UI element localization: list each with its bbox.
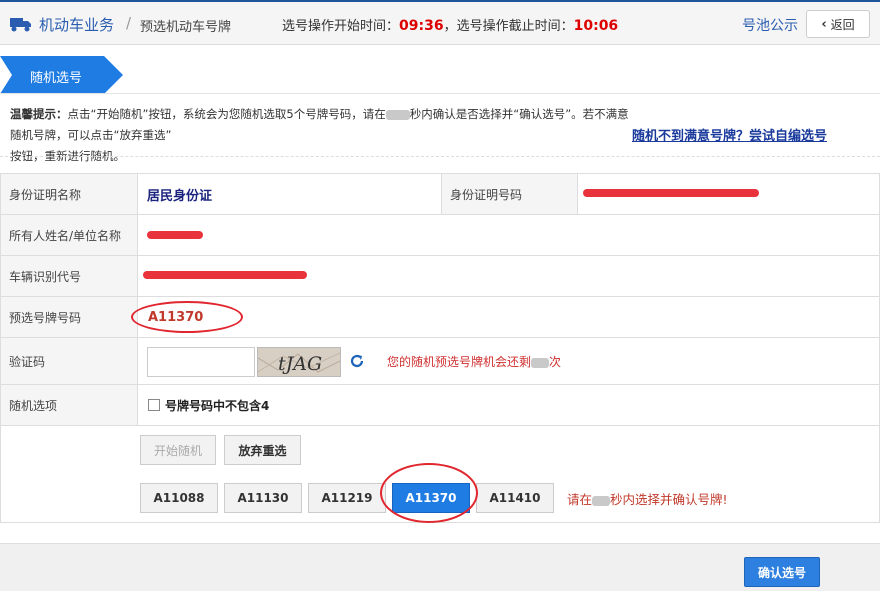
end-time-label: ，选号操作截止时间： — [443, 19, 574, 34]
operation-time-window: 选号操作开始时间：09:36，选号操作截止时间：10:06 — [282, 15, 618, 34]
plate-option-button[interactable]: A11130 — [224, 483, 302, 513]
remaining-chances: 您的随机预选号牌机会还剩 次 — [387, 353, 561, 370]
row-id: 身份证明名称 居民身份证 身份证明号码 — [1, 174, 879, 215]
start-time-label: 选号操作开始时间： — [282, 19, 400, 34]
vin-label: 车辆识别代号 — [1, 256, 138, 296]
tip-title: 温馨提示： — [10, 107, 68, 121]
exclude-4-checkbox[interactable] — [148, 399, 160, 411]
confirm-countdown-message: 请在 秒内选择并确认号牌! — [567, 489, 728, 508]
back-button[interactable]: ‹ 返回 — [806, 10, 870, 38]
tab-divider — [0, 93, 880, 94]
breadcrumb-separator: / — [126, 14, 132, 32]
redacted-count — [531, 357, 550, 368]
id-number-label: 身份证明号码 — [441, 174, 578, 214]
redacted-seconds — [385, 109, 410, 120]
abandon-reselect-button[interactable]: 放弃重选 — [224, 435, 301, 465]
confirm-select-button[interactable]: 确认选号 — [744, 557, 820, 587]
plate-pool-link[interactable]: 号池公示 — [742, 15, 798, 35]
id-type-value-cell: 居民身份证 — [147, 174, 212, 214]
chevron-left-icon: ‹ — [821, 16, 827, 32]
top-header: 机动车业务 / 预选机动车号牌 选号操作开始时间：09:36，选号操作截止时间：… — [0, 0, 880, 45]
breadcrumb-module[interactable]: 机动车业务 — [39, 14, 114, 35]
dashed-divider — [0, 156, 880, 157]
start-random-button[interactable]: 开始随机 — [140, 435, 216, 465]
plate-option-button[interactable]: A11088 — [140, 483, 218, 513]
captcha-text: tJAG — [278, 353, 322, 375]
captcha-input[interactable] — [147, 347, 255, 377]
id-type-label: 身份证明名称 — [1, 174, 138, 214]
redacted-countdown — [592, 495, 611, 506]
exclude-4-label[interactable]: 号牌号码中不包含4 — [165, 397, 269, 414]
back-button-label: 返回 — [830, 17, 855, 32]
actions-spacer — [1, 426, 138, 522]
captcha-label: 验证码 — [1, 338, 138, 384]
plate-option-button[interactable]: A11219 — [308, 483, 386, 513]
remaining-part1: 您的随机预选号牌机会还剩 — [387, 355, 532, 369]
plate-label: 预选号牌号码 — [1, 297, 138, 337]
truck-icon — [10, 18, 31, 32]
selected-plate-highlight-ring — [380, 463, 478, 523]
row-options: 随机选项 号牌号码中不包含4 — [1, 385, 879, 426]
captcha-image[interactable]: tJAG — [257, 347, 341, 377]
row-captcha: 验证码 tJAG 您的随机预选号牌机会还剩 次 — [1, 338, 879, 385]
plate-option-button[interactable]: A11410 — [476, 483, 554, 513]
self-select-link[interactable]: 随机不到满意号牌？尝试自编选号 — [632, 125, 827, 144]
plate-highlight-ring — [131, 301, 243, 333]
options-label: 随机选项 — [1, 385, 138, 425]
tab-random-select[interactable]: 随机选号 — [0, 56, 123, 94]
redacted-owner-name — [147, 231, 203, 239]
redacted-id-number — [583, 189, 759, 197]
captcha-noise: tJAG — [258, 352, 340, 375]
remaining-part2: 次 — [549, 355, 562, 369]
owner-label: 所有人姓名/单位名称 — [1, 215, 138, 255]
tip-text: 温馨提示：点击“开始随机”按钮，系统会为您随机选取5个号牌号码，请在 秒内确认是否… — [10, 104, 630, 167]
confirm-msg-part1: 请在 — [567, 492, 593, 507]
tab-label: 随机选号 — [30, 71, 83, 86]
tip-part1: 点击“开始随机”按钮，系统会为您随机选取5个号牌号码，请在 — [67, 107, 386, 121]
start-time: 09:36 — [399, 18, 444, 34]
row-owner: 所有人姓名/单位名称 — [1, 215, 879, 256]
refresh-icon[interactable] — [349, 353, 365, 369]
redacted-vin — [143, 271, 307, 279]
row-plate: 预选号牌号码 A11370 — [1, 297, 879, 338]
end-time: 10:06 — [573, 18, 619, 34]
id-type-value: 居民身份证 — [147, 188, 213, 204]
row-vin: 车辆识别代号 — [1, 256, 879, 297]
confirm-msg-part2: 秒内选择并确认号牌! — [610, 492, 728, 507]
breadcrumb-page: 预选机动车号牌 — [140, 20, 232, 35]
